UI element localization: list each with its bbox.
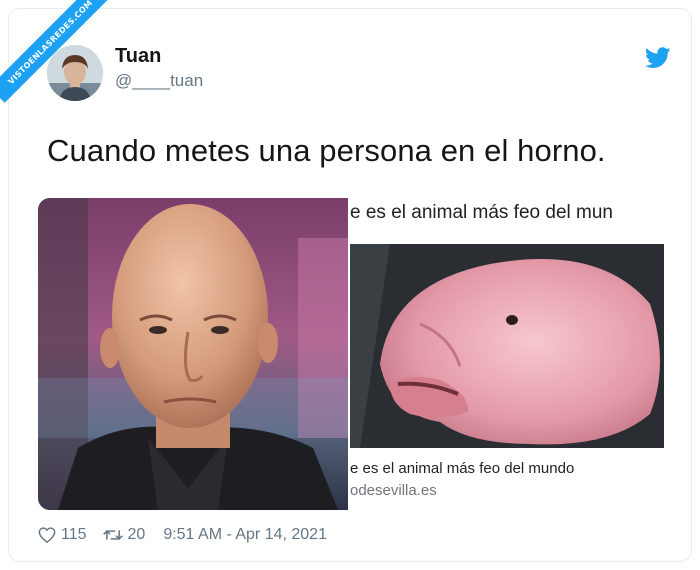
avatar[interactable] — [47, 45, 103, 101]
photo-blobfish[interactable] — [350, 244, 664, 448]
twitter-bird-icon[interactable] — [645, 47, 671, 69]
article-domain[interactable]: odesevilla.es — [350, 482, 437, 499]
article-headline: e es el animal más feo del mun — [350, 202, 613, 223]
article-screenshot[interactable]: e es el animal más feo del mun e es el a… — [350, 198, 664, 510]
article-caption[interactable]: e es el animal más feo del mundo — [350, 460, 574, 477]
tweet-footer: 115 20 9:51 AM - Apr 14, 2021 — [38, 524, 327, 546]
heart-icon — [38, 527, 56, 543]
like-action[interactable]: 115 — [38, 526, 87, 544]
tweet-media[interactable]: e es el animal más feo del mun e es el a… — [38, 198, 664, 510]
display-name[interactable]: Tuan — [115, 45, 161, 68]
timestamp[interactable]: 9:51 AM - Apr 14, 2021 — [163, 526, 327, 544]
retweet-count: 20 — [127, 526, 146, 543]
like-count: 115 — [61, 526, 87, 543]
retweet-action[interactable]: 20 — [102, 526, 146, 544]
tweet-text: Cuando metes una persona en el horno. — [47, 133, 606, 168]
photo-bald-man[interactable] — [38, 198, 348, 510]
retweet-icon — [102, 530, 123, 540]
user-handle[interactable]: @____tuan — [115, 71, 203, 91]
